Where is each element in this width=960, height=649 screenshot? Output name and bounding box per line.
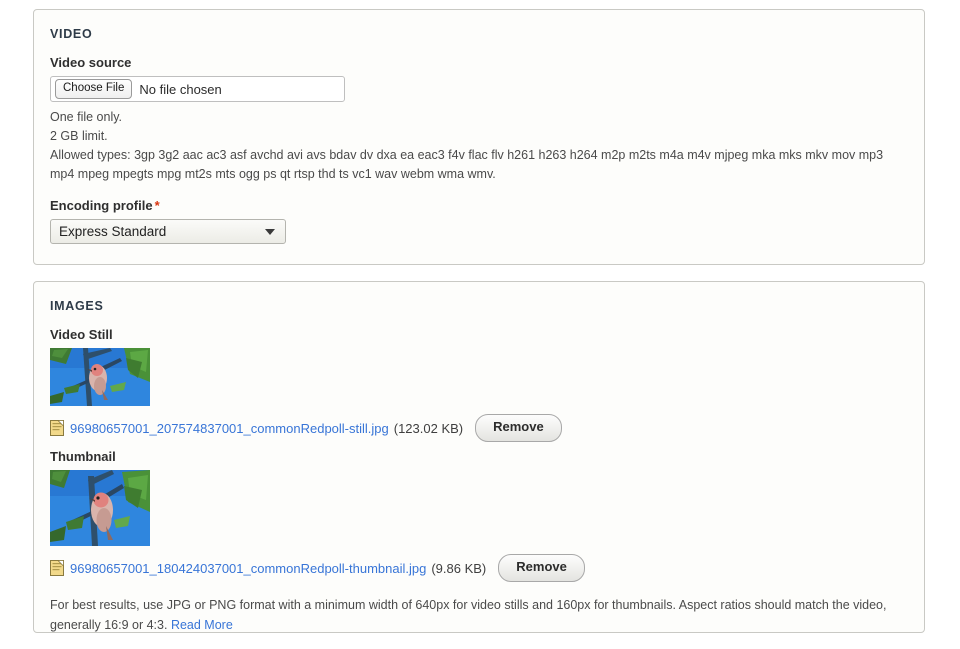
one-file-only-text: One file only.: [50, 110, 123, 124]
encoding-profile-label: Encoding profile *: [50, 198, 908, 213]
read-more-link[interactable]: Read More: [171, 618, 233, 632]
images-help-text: For best results, use JPG or PNG format …: [50, 595, 908, 635]
bird-photo: [50, 348, 150, 406]
video-still-filesize: (123.02 KB): [393, 420, 464, 436]
document-icon: [50, 560, 64, 576]
thumbnail-filesize: (9.86 KB): [431, 560, 487, 576]
video-still-filename-link[interactable]: 96980657001_207574837001_commonRedpoll-s…: [70, 421, 389, 436]
thumbnail-filename-link[interactable]: 96980657001_180424037001_commonRedpoll-t…: [70, 561, 426, 576]
encoding-profile-select[interactable]: Express Standard: [50, 219, 286, 244]
images-section-title: IMAGES: [50, 299, 104, 313]
images-panel: IMAGES Video Still 96980657001_207574837…: [33, 281, 925, 633]
video-still-label: Video Still: [50, 327, 113, 342]
thumbnail-remove-button[interactable]: Remove: [498, 554, 585, 582]
required-asterisk: *: [154, 198, 160, 213]
document-icon: [50, 420, 64, 436]
video-still-remove-button[interactable]: Remove: [475, 414, 562, 442]
encoding-profile-label-text: Encoding profile: [50, 198, 153, 213]
thumbnail-label: Thumbnail: [50, 449, 116, 464]
allowed-types-text: Allowed types: 3gp 3g2 aac ac3 asf avchd…: [50, 148, 884, 181]
form-page: VIDEO Video source Choose File No file c…: [0, 0, 960, 649]
encoding-profile-selected-value: Express Standard: [59, 224, 167, 239]
chevron-down-icon: [265, 228, 275, 235]
no-file-chosen-text: No file chosen: [139, 81, 222, 97]
video-section-title: VIDEO: [50, 27, 93, 41]
video-panel: VIDEO Video source Choose File No file c…: [33, 9, 925, 265]
video-still-file-row: 96980657001_207574837001_commonRedpoll-s…: [50, 414, 908, 442]
video-source-file-input[interactable]: Choose File No file chosen: [50, 76, 345, 102]
video-still-thumbnail[interactable]: [50, 348, 150, 406]
thumbnail-file-row: 96980657001_180424037001_commonRedpoll-t…: [50, 554, 908, 582]
video-source-description: One file only. 2 GB limit. Allowed types…: [50, 108, 908, 184]
video-still-block: Video Still 96980657001_207574837001_com…: [50, 327, 908, 442]
size-limit-text: 2 GB limit.: [50, 129, 108, 143]
bird-photo: [50, 470, 150, 546]
thumbnail-thumbnail[interactable]: [50, 470, 150, 546]
video-source-label: Video source: [50, 55, 132, 70]
choose-file-button[interactable]: Choose File: [55, 79, 133, 99]
thumbnail-block: Thumbnail 96980657001_180424037001_commo…: [50, 449, 908, 582]
